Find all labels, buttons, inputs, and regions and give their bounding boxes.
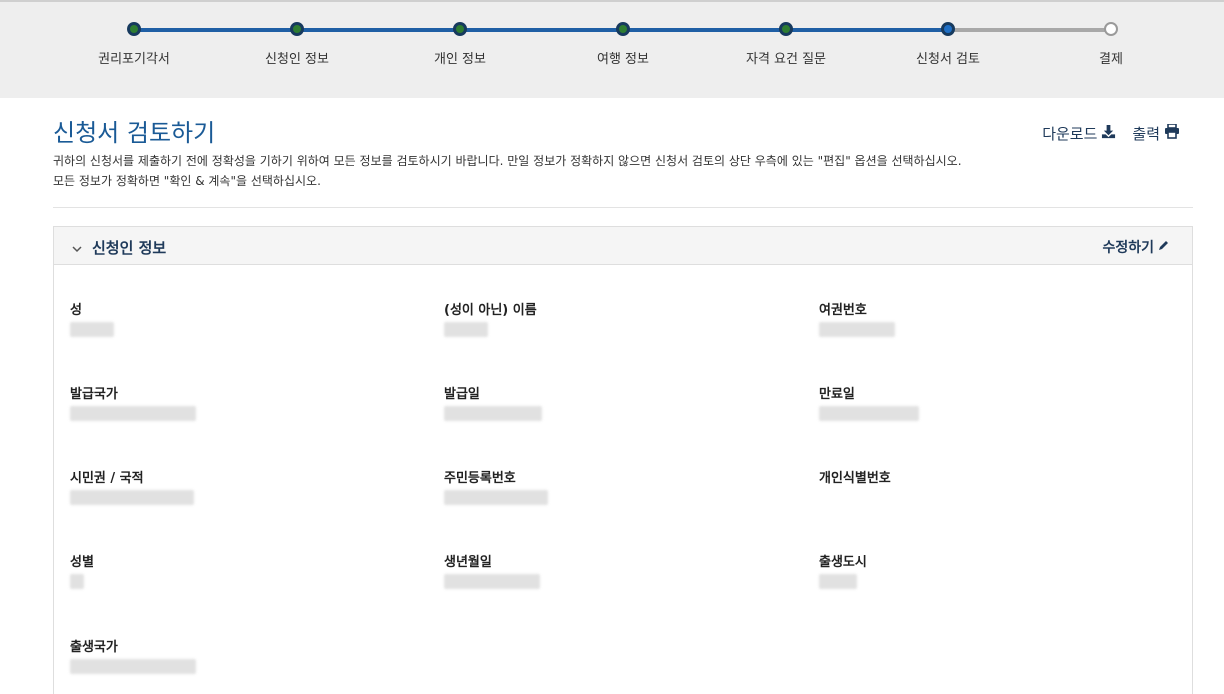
field-personal-id-number: 개인식별번호 [819, 467, 1159, 486]
applicant-info-panel: 신청인 정보 수정하기 성 (성이 아닌) 이름 여권번호 발급국가 발급일 만… [53, 226, 1193, 694]
field-label: 시민권 / 국적 [70, 471, 144, 486]
redacted-value [444, 490, 548, 505]
progress-step-eligibility[interactable]: 자격 요건 질문 [706, 2, 866, 100]
field-label: 여권번호 [819, 303, 867, 318]
print-label: 출력 [1132, 125, 1160, 143]
page-title: 신청서 검토하기 [53, 119, 216, 147]
progress-step-payment: 결제 [1031, 2, 1191, 100]
printer-icon [1164, 123, 1180, 143]
field-label: 발급일 [444, 387, 480, 402]
step-label: 신청서 검토 [916, 52, 980, 67]
instruction-line: 모든 정보가 정확하면 "확인 & 계속"을 선택하십시오. [53, 174, 321, 188]
chevron-down-icon [72, 238, 82, 257]
redacted-value [444, 406, 542, 421]
download-icon [1101, 124, 1116, 143]
review-instructions: 귀하의 신청서를 제출하기 전에 정확성을 기하기 위하여 모든 정보를 검토하… [53, 151, 1113, 191]
panel-header: 신청인 정보 수정하기 [54, 227, 1192, 265]
field-label: 성별 [70, 555, 94, 570]
redacted-value [444, 322, 488, 337]
redacted-value [819, 574, 857, 589]
step-complete-dot [290, 22, 304, 36]
step-label: 개인 정보 [434, 52, 486, 67]
step-label: 결제 [1099, 52, 1123, 67]
field-expiry-date: 만료일 [819, 383, 1159, 421]
field-country-of-birth: 출생국가 [70, 636, 410, 674]
download-label: 다운로드 [1042, 125, 1098, 143]
progress-step-waiver[interactable]: 권리포기각서 [54, 2, 214, 100]
field-label: 만료일 [819, 387, 855, 402]
progress-step-applicant[interactable]: 신청인 정보 [217, 2, 377, 100]
field-date-of-birth: 생년월일 [444, 551, 784, 589]
field-city-of-birth: 출생도시 [819, 551, 1159, 589]
step-current-dot [941, 22, 955, 36]
redacted-value [70, 322, 114, 337]
panel-collapse-toggle[interactable]: 신청인 정보 [72, 237, 166, 258]
field-label: 출생도시 [819, 555, 867, 570]
edit-label: 수정하기 [1102, 240, 1154, 256]
progress-tracker: 권리포기각서 신청인 정보 개인 정보 여행 정보 자격 요건 질문 신청서 검… [0, 0, 1224, 98]
field-label: 주민등록번호 [444, 471, 516, 486]
field-label: 생년월일 [444, 555, 492, 570]
step-label: 여행 정보 [597, 52, 649, 67]
redacted-value [70, 659, 196, 674]
field-label: (성이 아닌) 이름 [444, 303, 537, 318]
redacted-value [819, 406, 919, 421]
redacted-value [70, 406, 196, 421]
step-complete-dot [453, 22, 467, 36]
field-label: 발급국가 [70, 387, 118, 402]
field-label: 성 [70, 303, 82, 318]
edit-button[interactable]: 수정하기 [1102, 237, 1170, 257]
field-given-name: (성이 아닌) 이름 [444, 299, 784, 337]
instruction-line: 귀하의 신청서를 제출하기 전에 정확성을 기하기 위하여 모든 정보를 검토하… [53, 154, 962, 168]
field-passport-number: 여권번호 [819, 299, 1159, 337]
field-issue-date: 발급일 [444, 383, 784, 421]
progress-step-personal[interactable]: 개인 정보 [380, 2, 540, 100]
step-complete-dot [779, 22, 793, 36]
field-sex: 성별 [70, 551, 410, 589]
panel-title: 신청인 정보 [92, 239, 167, 257]
progress-step-review[interactable]: 신청서 검토 [868, 2, 1028, 100]
redacted-value [444, 574, 540, 589]
field-resident-registration-number: 주민등록번호 [444, 467, 784, 505]
print-button[interactable]: 출력 [1132, 123, 1180, 144]
step-pending-dot [1104, 22, 1118, 36]
step-complete-dot [127, 22, 141, 36]
step-label: 자격 요건 질문 [745, 52, 827, 67]
field-label: 출생국가 [70, 640, 118, 655]
pencil-icon [1158, 239, 1170, 255]
redacted-value [819, 322, 895, 337]
field-label: 개인식별번호 [819, 471, 891, 486]
field-issuing-country: 발급국가 [70, 383, 410, 421]
page-actions: 다운로드 출력 [1042, 123, 1180, 144]
step-label: 권리포기각서 [98, 52, 170, 67]
redacted-value [70, 574, 84, 589]
download-button[interactable]: 다운로드 [1042, 123, 1116, 144]
field-citizenship: 시민권 / 국적 [70, 467, 410, 505]
redacted-value [70, 490, 194, 505]
field-surname: 성 [70, 299, 410, 337]
step-complete-dot [616, 22, 630, 36]
step-label: 신청인 정보 [265, 52, 329, 67]
progress-step-travel[interactable]: 여행 정보 [543, 2, 703, 100]
section-divider [53, 207, 1193, 208]
